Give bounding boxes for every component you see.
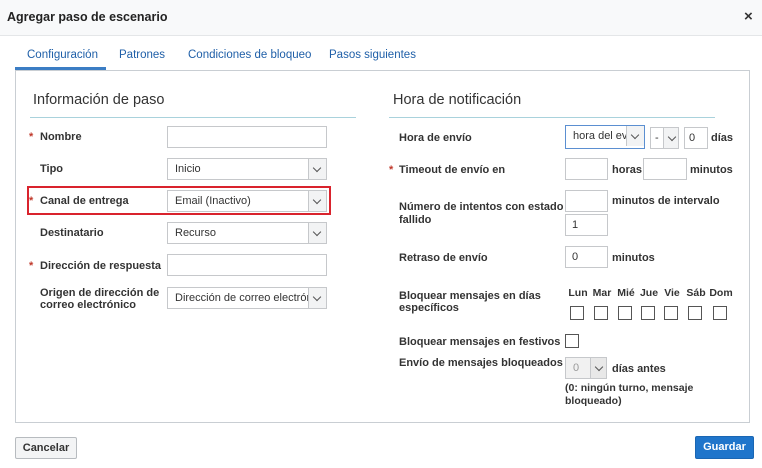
required-marker: * bbox=[29, 131, 34, 143]
day-label-lun: Lun bbox=[568, 287, 588, 299]
label-tipo: Tipo bbox=[40, 163, 64, 175]
tipo-select-value: Inicio bbox=[175, 163, 201, 175]
label-canal-entrega: Canal de entrega bbox=[40, 195, 129, 207]
tipo-select[interactable]: Inicio bbox=[167, 158, 327, 180]
label-destinatario: Destinatario bbox=[40, 227, 104, 239]
destinatario-value: Recurso bbox=[175, 227, 216, 239]
label-hora-envio: Hora de envío bbox=[399, 132, 472, 144]
timeout-minutos-input[interactable] bbox=[643, 158, 687, 180]
direccion-respuesta-input[interactable] bbox=[167, 254, 327, 276]
chevron-down-icon[interactable] bbox=[308, 191, 326, 211]
intentos-count-input[interactable]: 1 bbox=[565, 214, 608, 236]
dialog-title: Agregar paso de escenario bbox=[7, 10, 168, 24]
chevron-down-icon[interactable] bbox=[308, 223, 326, 243]
chevron-down-icon[interactable] bbox=[308, 288, 326, 308]
unit-minutos-retraso: minutos bbox=[612, 252, 655, 264]
timeout-horas-input[interactable] bbox=[565, 158, 608, 180]
destinatario-select[interactable]: Recurso bbox=[167, 222, 327, 244]
day-label-mar: Mar bbox=[592, 287, 612, 299]
canal-entrega-value: Email (Inactivo) bbox=[175, 195, 251, 207]
section-divider bbox=[30, 117, 356, 118]
hora-envio-select[interactable]: hora del ev bbox=[565, 125, 645, 149]
section-title-informacion: Información de paso bbox=[33, 92, 165, 108]
checkbox-lun[interactable] bbox=[570, 306, 584, 320]
checkbox-festivos[interactable] bbox=[565, 334, 579, 348]
dias-antes-value: 0 bbox=[573, 362, 580, 374]
unit-horas: horas bbox=[612, 164, 642, 176]
checkbox-sab[interactable] bbox=[688, 306, 702, 320]
label-retraso-envio: Retraso de envío bbox=[399, 252, 488, 264]
unit-minutos: minutos bbox=[690, 164, 733, 176]
intervalo-minutos-input[interactable] bbox=[565, 190, 608, 212]
required-marker: * bbox=[29, 260, 34, 272]
tab-patrones[interactable]: Patrones bbox=[119, 49, 165, 61]
required-marker: * bbox=[29, 195, 34, 207]
origen-direccion-value: Dirección de correo electrór bbox=[175, 292, 309, 304]
close-icon[interactable]: × bbox=[744, 8, 753, 25]
day-label-vie: Vie bbox=[664, 287, 680, 299]
tab-condiciones-bloqueo[interactable]: Condiciones de bloqueo bbox=[188, 49, 311, 61]
checkbox-vie[interactable] bbox=[664, 306, 678, 320]
checkbox-mie[interactable] bbox=[618, 306, 632, 320]
cancel-button[interactable]: Cancelar bbox=[15, 437, 77, 459]
chevron-down-icon[interactable] bbox=[590, 358, 606, 378]
label-nombre: Nombre bbox=[40, 131, 82, 143]
save-button[interactable]: Guardar bbox=[695, 436, 754, 459]
tab-pasos-siguientes[interactable]: Pasos siguientes bbox=[329, 49, 416, 61]
day-label-mie: Mié bbox=[617, 287, 635, 299]
origen-direccion-select[interactable]: Dirección de correo electrór bbox=[167, 287, 327, 309]
direction-value: - bbox=[655, 132, 659, 144]
day-label-jue: Jue bbox=[639, 287, 659, 299]
canal-entrega-select[interactable]: Email (Inactivo) bbox=[167, 190, 327, 212]
label-intentos-line1: Número de intentos con estado bbox=[399, 201, 564, 213]
tab-configuracion[interactable]: Configuración bbox=[27, 49, 98, 61]
direction-select[interactable]: - bbox=[650, 127, 679, 149]
label-envio-bloqueados: Envío de mensajes bloqueados bbox=[399, 357, 563, 369]
section-divider bbox=[389, 117, 715, 118]
checkbox-mar[interactable] bbox=[594, 306, 608, 320]
section-title-hora-notificacion: Hora de notificación bbox=[393, 92, 522, 108]
label-origen-line2: correo electrónico bbox=[40, 299, 136, 311]
note-bloqueados-line2: bloqueado) bbox=[565, 395, 622, 407]
label-intentos-line2: fallido bbox=[399, 214, 432, 226]
chevron-down-icon[interactable] bbox=[626, 126, 644, 146]
label-timeout-envio: Timeout de envío en bbox=[399, 164, 506, 176]
day-label-dom: Dom bbox=[709, 287, 733, 299]
dias-antes-select[interactable]: 0 bbox=[565, 357, 607, 379]
label-direccion-respuesta: Dirección de respuesta bbox=[40, 260, 162, 272]
dias-offset-input[interactable]: 0 bbox=[684, 127, 708, 149]
nombre-input[interactable] bbox=[167, 126, 327, 148]
note-bloqueados-line1: (0: ningún turno, mensaje bbox=[565, 382, 694, 394]
hora-envio-value: hora del ev bbox=[573, 130, 628, 142]
unit-dias: días bbox=[711, 132, 734, 144]
label-bloquear-festivos: Bloquear mensajes en festivos bbox=[399, 336, 561, 348]
retraso-input[interactable]: 0 bbox=[565, 246, 608, 268]
unit-minutos-intervalo: minutos de intervalo bbox=[612, 195, 720, 207]
chevron-down-icon[interactable] bbox=[663, 128, 678, 148]
label-bloquear-dias-line2: específicos bbox=[399, 302, 459, 314]
unit-dias-antes: días antes bbox=[612, 363, 666, 375]
day-label-sab: Sáb bbox=[686, 287, 706, 299]
checkbox-jue[interactable] bbox=[641, 306, 655, 320]
checkbox-dom[interactable] bbox=[713, 306, 727, 320]
chevron-down-icon[interactable] bbox=[308, 159, 326, 179]
required-marker: * bbox=[389, 164, 394, 176]
